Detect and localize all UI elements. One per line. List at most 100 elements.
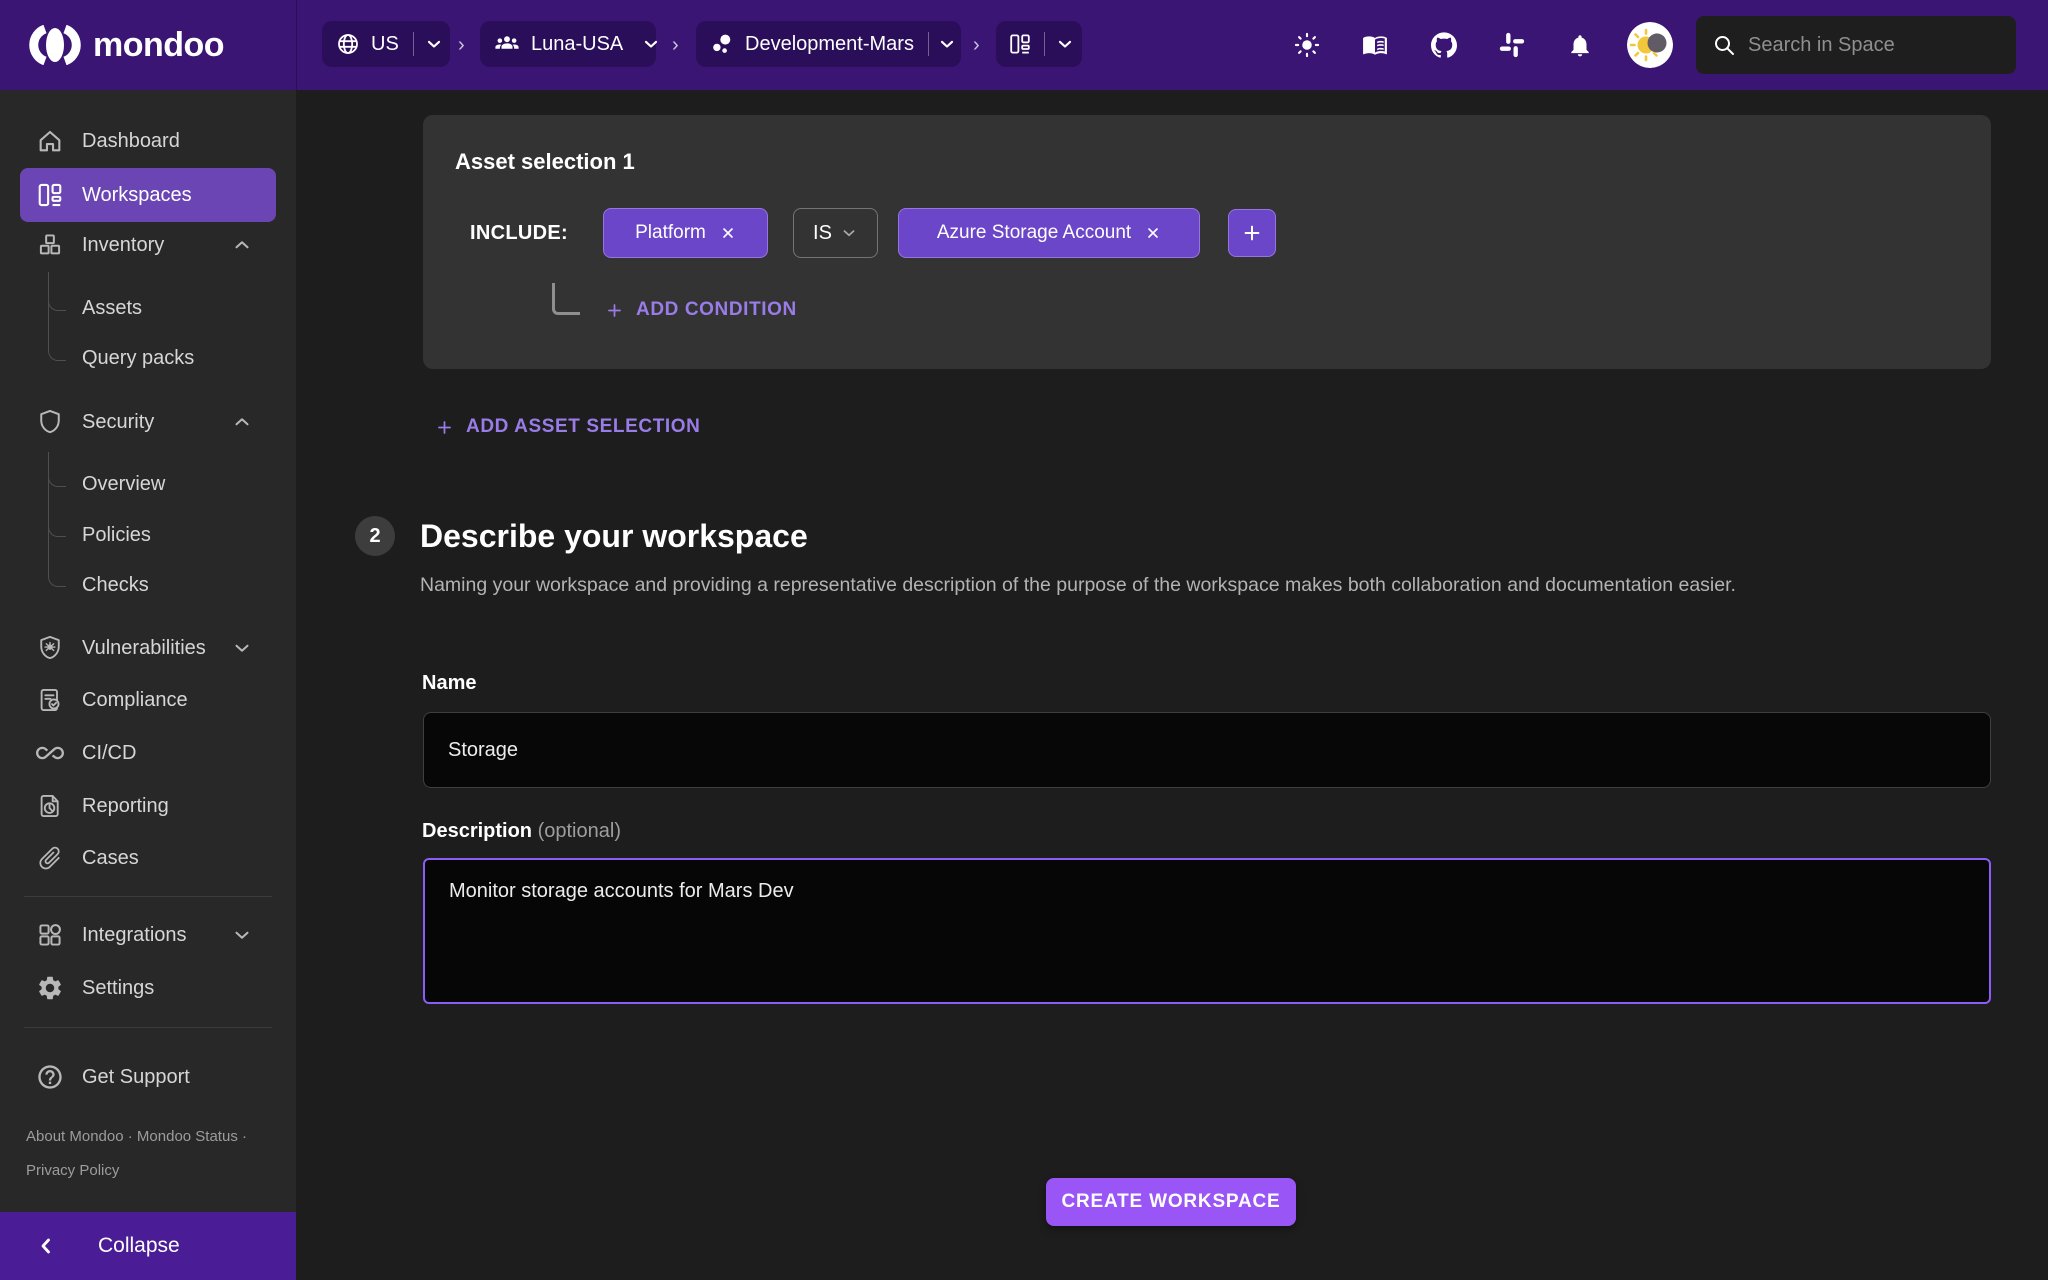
about-mondoo-link[interactable]: About Mondoo bbox=[26, 1128, 124, 1145]
workspace-name-input[interactable] bbox=[423, 712, 1991, 788]
sidebar-item-inventory[interactable]: Inventory bbox=[0, 223, 296, 267]
chevron-up-icon[interactable] bbox=[231, 234, 253, 256]
workspace-description-input[interactable]: Monitor storage accounts for Mars Dev bbox=[423, 858, 1991, 1004]
slack-icon[interactable] bbox=[1499, 32, 1525, 58]
chevron-down-icon[interactable] bbox=[231, 637, 253, 659]
breadcrumb-region-label: US bbox=[371, 33, 399, 56]
sidebar-item-integrations[interactable]: Integrations bbox=[0, 913, 296, 957]
filter-chip-platform[interactable]: Platform bbox=[603, 208, 768, 258]
chevron-down-icon[interactable] bbox=[1049, 21, 1082, 67]
sidebar-item-workspaces[interactable]: Workspaces bbox=[20, 168, 276, 222]
description-field-label: Description (optional) bbox=[422, 820, 621, 843]
sidebar-divider bbox=[24, 1027, 272, 1028]
top-bar: mondoo US › Luna-USA › bbox=[0, 0, 2048, 90]
search-input[interactable] bbox=[1748, 34, 2000, 57]
shield-icon bbox=[36, 408, 64, 436]
breadcrumb-separator: › bbox=[458, 0, 465, 90]
sidebar: Dashboard Workspaces Inventory A bbox=[0, 90, 296, 1280]
chevron-down-icon[interactable] bbox=[641, 21, 661, 67]
sidebar-item-label: Dashboard bbox=[82, 130, 180, 153]
chevron-down-icon[interactable] bbox=[418, 21, 450, 67]
breadcrumb-workspace[interactable] bbox=[996, 21, 1082, 67]
search-box bbox=[1696, 16, 2016, 74]
sidebar-item-reporting[interactable]: Reporting bbox=[0, 784, 296, 828]
sidebar-item-query-packs[interactable]: Query packs bbox=[0, 336, 296, 380]
user-avatar[interactable] bbox=[1627, 22, 1673, 68]
sidebar-item-vulnerabilities[interactable]: Vulnerabilities bbox=[0, 626, 296, 670]
inventory-boxes-icon bbox=[36, 231, 64, 259]
gear-icon bbox=[36, 974, 64, 1002]
sidebar-item-label: Overview bbox=[82, 473, 165, 496]
sidebar-item-label: Integrations bbox=[82, 924, 187, 947]
chip-label: Azure Storage Account bbox=[937, 222, 1131, 244]
description-label-text: Description bbox=[422, 820, 532, 842]
chevron-up-icon[interactable] bbox=[231, 411, 253, 433]
collapse-label: Collapse bbox=[98, 1234, 180, 1258]
privacy-policy-link[interactable]: Privacy Policy bbox=[26, 1162, 119, 1179]
breadcrumb-region[interactable]: US bbox=[322, 21, 450, 67]
breadcrumb-space[interactable]: Development-Mars bbox=[696, 21, 961, 67]
breadcrumb-space-label: Development-Mars bbox=[745, 33, 914, 56]
crumb-divider bbox=[928, 32, 929, 56]
docs-book-icon[interactable] bbox=[1362, 32, 1388, 58]
sidebar-item-settings[interactable]: Settings bbox=[0, 966, 296, 1010]
add-condition-button[interactable]: ADD CONDITION bbox=[605, 299, 797, 321]
sidebar-item-cases[interactable]: Cases bbox=[0, 836, 296, 880]
sidebar-item-assets[interactable]: Assets bbox=[0, 286, 296, 330]
include-label: INCLUDE: bbox=[470, 208, 568, 258]
sidebar-footer-line-2: Privacy Policy bbox=[26, 1162, 119, 1179]
footer-separator: · bbox=[242, 1128, 247, 1145]
sidebar-item-label: Compliance bbox=[82, 689, 188, 712]
sidebar-item-compliance[interactable]: Compliance bbox=[0, 678, 296, 722]
github-icon[interactable] bbox=[1431, 32, 1457, 58]
chip-label: Platform bbox=[635, 222, 706, 244]
breadcrumb-separator: › bbox=[672, 0, 679, 90]
sidebar-item-label: Security bbox=[82, 411, 154, 434]
chevron-down-icon[interactable] bbox=[933, 21, 961, 67]
chevron-down-icon[interactable] bbox=[231, 924, 253, 946]
sidebar-item-get-support[interactable]: Get Support bbox=[0, 1055, 296, 1099]
sidebar-item-checks[interactable]: Checks bbox=[0, 563, 296, 607]
sidebar-footer-line-1: About Mondoo · Mondoo Status · bbox=[26, 1128, 247, 1145]
chevron-down-icon bbox=[840, 224, 858, 242]
home-icon bbox=[36, 127, 64, 155]
notifications-bell-icon[interactable] bbox=[1567, 32, 1593, 58]
breadcrumb-organization[interactable]: Luna-USA bbox=[480, 21, 656, 67]
add-filter-button[interactable] bbox=[1228, 209, 1276, 257]
light-mode-sun-icon[interactable] bbox=[1294, 32, 1320, 58]
sidebar-item-dashboard[interactable]: Dashboard bbox=[0, 119, 296, 163]
mondoo-status-link[interactable]: Mondoo Status bbox=[137, 1128, 238, 1145]
sidebar-item-cicd[interactable]: CI/CD bbox=[0, 731, 296, 775]
organization-people-icon bbox=[494, 31, 520, 57]
infinity-icon bbox=[36, 739, 64, 767]
create-workspace-button[interactable]: CREATE WORKSPACE bbox=[1046, 1178, 1296, 1226]
filter-chip-azure-storage-account[interactable]: Azure Storage Account bbox=[898, 208, 1200, 258]
sidebar-collapse-button[interactable]: Collapse bbox=[0, 1212, 296, 1280]
sidebar-item-policies[interactable]: Policies bbox=[0, 513, 296, 557]
sidebar-item-label: Vulnerabilities bbox=[82, 637, 206, 660]
shield-bug-icon bbox=[36, 634, 64, 662]
breadcrumb-organization-label: Luna-USA bbox=[531, 33, 623, 56]
add-asset-selection-button[interactable]: ADD ASSET SELECTION bbox=[435, 416, 701, 438]
mondoo-logo[interactable]: mondoo bbox=[25, 0, 224, 90]
sidebar-item-overview[interactable]: Overview bbox=[0, 462, 296, 506]
name-field-label: Name bbox=[422, 672, 476, 695]
sidebar-item-label: Assets bbox=[82, 297, 142, 320]
sidebar-item-security[interactable]: Security bbox=[0, 400, 296, 444]
sidebar-item-label: Inventory bbox=[82, 234, 164, 257]
sidebar-item-label: Get Support bbox=[82, 1066, 190, 1089]
remove-chip-icon[interactable] bbox=[720, 225, 736, 241]
operator-value: IS bbox=[813, 222, 832, 245]
integrations-grid-icon bbox=[36, 921, 64, 949]
add-asset-selection-label: ADD ASSET SELECTION bbox=[466, 416, 701, 438]
mondoo-logo-text: mondoo bbox=[93, 26, 224, 65]
mondoo-logo-icon bbox=[25, 25, 83, 65]
remove-chip-icon[interactable] bbox=[1145, 225, 1161, 241]
condition-tree-connector bbox=[552, 283, 580, 315]
footer-separator: · bbox=[128, 1128, 133, 1145]
step-title: Describe your workspace bbox=[420, 518, 808, 555]
sidebar-item-label: Checks bbox=[82, 574, 149, 597]
document-check-icon bbox=[36, 686, 64, 714]
operator-select[interactable]: IS bbox=[793, 208, 878, 258]
chevron-left-icon bbox=[34, 1234, 58, 1258]
